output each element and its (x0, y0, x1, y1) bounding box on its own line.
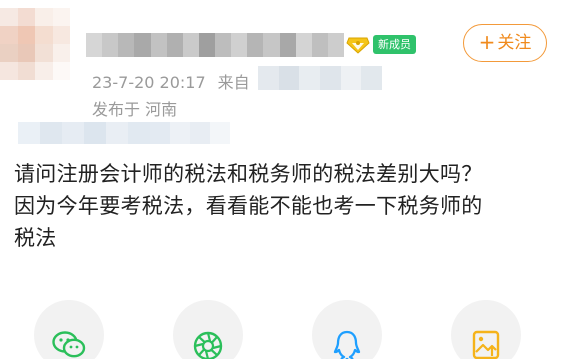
save-image-button[interactable] (451, 300, 521, 359)
moments-icon (193, 331, 223, 359)
post-content-line: 税法 (14, 226, 57, 250)
source-label: 来自 (217, 73, 250, 92)
post-page: 新成员 + 关注 23-7-20 20:17 来自 发布于 河南 请问注册会计师的税… (0, 0, 566, 359)
save-image-icon (472, 330, 500, 359)
post-meta: 23-7-20 20:17 来自 (92, 69, 250, 92)
share-moments-button[interactable] (173, 300, 243, 359)
post-content-line: 因为今年要考税法，看看能不能也考一下税务师的 (14, 194, 483, 218)
circle-tag-redacted[interactable] (18, 122, 150, 144)
source-redacted (258, 66, 383, 90)
follow-button[interactable]: + 关注 (463, 24, 547, 62)
qq-icon (333, 330, 361, 359)
post-location: 发布于 河南 (92, 100, 178, 119)
share-qq-button[interactable] (312, 300, 382, 359)
share-wechat-button[interactable] (34, 300, 104, 359)
avatar[interactable] (0, 8, 70, 80)
post-content-line: 请问注册会计师的税法和税务师的税法差别大吗？ (14, 162, 483, 186)
post-timestamp: 23-7-20 20:17 (92, 73, 206, 92)
follow-label: 关注 (497, 33, 532, 53)
post-content: 请问注册会计师的税法和税务师的税法差别大吗？ 因为今年要考税法，看看能不能也考一… (14, 158, 554, 254)
wechat-icon (52, 331, 86, 358)
author-name-redacted[interactable] (86, 33, 344, 57)
new-member-badge: 新成员 (373, 35, 416, 54)
topic-tag-redacted[interactable] (150, 122, 230, 144)
vip-diamond-icon (346, 36, 370, 54)
plus-icon: + (478, 30, 496, 54)
